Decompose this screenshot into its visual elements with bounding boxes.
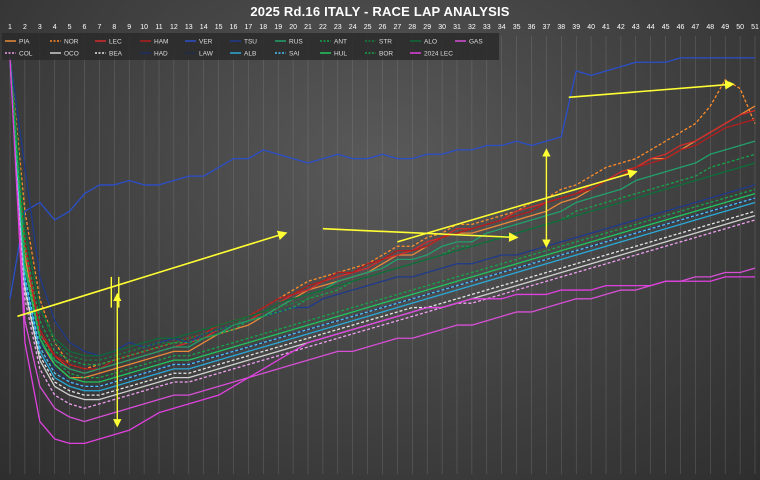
legend-label: OCO	[64, 50, 79, 57]
x-tick-label: 44	[647, 24, 655, 31]
legend-label: HUL	[334, 50, 347, 57]
legend-label: ANT	[334, 38, 347, 45]
legend-label: NOR	[64, 38, 79, 45]
x-tick-label: 37	[543, 24, 551, 31]
x-tick-label: 34	[498, 24, 506, 31]
x-tick-label: 26	[379, 24, 387, 31]
x-tick-label: 22	[319, 24, 327, 31]
x-tick-label: 15	[215, 24, 223, 31]
x-tick-label: 12	[170, 24, 178, 31]
legend-label: TSU	[244, 38, 257, 45]
x-tick-label: 35	[513, 24, 521, 31]
x-tick-label: 45	[662, 24, 670, 31]
x-tick-label: 24	[349, 24, 357, 31]
x-tick-label: 48	[706, 24, 714, 31]
legend: PIA NOR LEC HAM VER TSU RUS ANT STR ALO GAS COL OCO B…	[2, 33, 499, 60]
legend-label: 2024 LEC	[424, 50, 453, 57]
legend-label: ALO	[424, 38, 437, 45]
x-tick-label: 33	[483, 24, 491, 31]
legend-label: VER	[199, 38, 213, 45]
x-tick-label: 2	[23, 24, 27, 31]
x-tick-label: 36	[528, 24, 536, 31]
legend-label: BOR	[379, 50, 393, 57]
x-tick-label: 3	[38, 24, 42, 31]
x-tick-label: 8	[112, 24, 116, 31]
x-tick-label: 13	[185, 24, 193, 31]
x-tick-label: 41	[602, 24, 610, 31]
chart-canvas: 2025 Rd.16 ITALY - RACE LAP ANALYSIS 123…	[0, 0, 760, 480]
x-tick-label: 1	[8, 24, 12, 31]
x-tick-label: 27	[394, 24, 402, 31]
annotation-arrow	[17, 230, 288, 318]
x-tick-label: 18	[259, 24, 267, 31]
legend-label: SAI	[289, 50, 300, 57]
x-tick-label: 14	[200, 24, 208, 31]
legend-label: PIA	[19, 38, 30, 45]
x-tick-label: 10	[140, 24, 148, 31]
legend-label: COL	[19, 50, 33, 57]
x-tick-label: 23	[334, 24, 342, 31]
legend-label: LEC	[109, 38, 122, 45]
x-tick-label: 31	[453, 24, 461, 31]
legend-label: RUS	[289, 38, 303, 45]
x-tick-label: 20	[289, 24, 297, 31]
x-tick-label: 6	[83, 24, 87, 31]
legend-label: ALB	[244, 50, 256, 57]
x-tick-label: 16	[230, 24, 238, 31]
x-tick-label: 9	[127, 24, 131, 31]
x-tick-label: 19	[274, 24, 282, 31]
x-tick-label: 29	[423, 24, 431, 31]
x-tick-label: 28	[408, 24, 416, 31]
legend-label: HAM	[154, 38, 168, 45]
x-tick-label: 17	[245, 24, 253, 31]
x-tick-label: 50	[736, 24, 744, 31]
legend-label: STR	[379, 38, 392, 45]
legend-label: LAW	[199, 50, 214, 57]
x-tick-label: 46	[677, 24, 685, 31]
legend-label: GAS	[469, 38, 483, 45]
x-tick-label: 38	[557, 24, 565, 31]
x-tick-label: 25	[364, 24, 372, 31]
x-tick-label: 43	[632, 24, 640, 31]
x-tick-label: 4	[53, 24, 57, 31]
lap-analysis-chart: 1 2 3 4 5 6 7 8 9 10 11 12 13 14 15 16 17 18 19 20 21 22 23 24 2…	[2, 24, 759, 474]
x-tick-label: 11	[155, 24, 162, 31]
x-tick-label: 40	[587, 24, 595, 31]
x-tick-label: 7	[97, 24, 101, 31]
x-tick-label: 30	[438, 24, 446, 31]
x-tick-label: 49	[721, 24, 729, 31]
x-tick-label: 47	[692, 24, 700, 31]
x-tick-label: 39	[572, 24, 580, 31]
x-tick-label: 32	[468, 24, 476, 31]
legend-label: HAD	[154, 50, 168, 57]
x-tick-label: 51	[751, 24, 759, 31]
x-tick-label: 21	[304, 24, 312, 31]
legend-label: BEA	[109, 50, 123, 57]
x-tick-label: 5	[68, 24, 72, 31]
x-tick-label: 42	[617, 24, 625, 31]
